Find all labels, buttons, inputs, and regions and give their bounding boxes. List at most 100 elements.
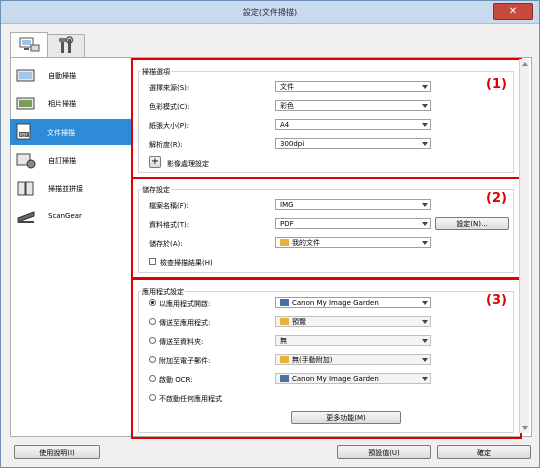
check-results-label: 檢查掃描結果(H) [160, 259, 213, 267]
expand-button[interactable]: + [149, 156, 161, 168]
settings-window: 設定(文件掃描) ✕ 自動掃描 相片掃描 PDF 文件掃描 自訂掃描 掃描並拼接… [0, 0, 540, 468]
file-name-label: 檔案名稱(F): [149, 202, 189, 210]
sidebar-label: 自訂掃描 [48, 157, 76, 165]
scanner-pc-icon [19, 37, 40, 52]
save-in-label: 儲存於(A): [149, 240, 183, 248]
resolution-select[interactable]: 300dpi [275, 138, 431, 149]
chevron-down-icon [422, 222, 428, 226]
folder-icon [280, 239, 289, 246]
sidebar-label: ScanGear [48, 212, 82, 220]
send-folder-label: 傳送至資料夾: [159, 338, 204, 346]
attach-email-value: 無(手動附加) [292, 356, 333, 364]
send-app-value: 預覽 [292, 318, 306, 326]
svg-text:PDF: PDF [20, 133, 28, 138]
tools-icon [59, 36, 74, 53]
format-settings-button[interactable]: 設定(N)... [435, 217, 509, 230]
ok-button[interactable]: 確定 [437, 445, 531, 459]
resolution-value: 300dpi [280, 140, 305, 148]
chevron-down-icon [422, 104, 428, 108]
chevron-down-icon [422, 123, 428, 127]
image-processing-label: 影像處理設定 [167, 160, 209, 168]
source-value: 文件 [280, 83, 294, 91]
send-app-label: 傳送至應用程式: [159, 319, 211, 327]
sidebar-item-scangear[interactable]: ScanGear [11, 206, 131, 228]
open-app-label: 以應用程式開啟: [159, 300, 211, 308]
color-mode-value: 彩色 [280, 102, 294, 110]
custom-scan-icon [16, 153, 36, 169]
preview-icon [280, 318, 289, 325]
help-button[interactable]: 使用說明(I) [14, 445, 100, 459]
sidebar-item-scan-stitch[interactable]: 掃描並拼接 [11, 178, 131, 200]
check-results-checkbox[interactable] [149, 258, 156, 265]
save-in-select[interactable]: 我的文件 [275, 237, 431, 248]
chevron-down-icon [422, 241, 428, 245]
document-scan-icon: PDF [16, 123, 31, 140]
sidebar-item-photo-scan[interactable]: 相片掃描 [11, 93, 131, 115]
close-button[interactable]: ✕ [493, 3, 533, 20]
defaults-button[interactable]: 預設值(U) [337, 445, 431, 459]
panel-scrollbar[interactable] [519, 59, 529, 433]
sidebar-item-document-scan[interactable]: PDF 文件掃描 [10, 119, 131, 145]
start-ocr-select[interactable]: Canon My Image Garden [275, 373, 431, 384]
scroll-down-icon[interactable] [522, 426, 528, 430]
file-name-value: IMG [280, 201, 294, 209]
email-icon [280, 356, 289, 363]
sidebar-label: 相片掃描 [48, 100, 76, 108]
tab-general-settings[interactable] [47, 34, 85, 58]
no-app-radio[interactable] [149, 394, 156, 401]
plus-icon: + [150, 156, 160, 167]
chevron-down-icon [422, 377, 428, 381]
send-folder-select[interactable]: 無 [275, 335, 431, 346]
sidebar-item-custom-scan[interactable]: 自訂掃描 [11, 150, 131, 172]
app-settings-title: 應用程式設定 [141, 287, 185, 297]
chevron-down-icon [422, 358, 428, 362]
start-ocr-label: 啟動 OCR: [159, 376, 193, 384]
attach-email-radio[interactable] [149, 356, 156, 363]
auto-scan-icon [16, 69, 35, 82]
title-bar: 設定(文件掃描) ✕ [1, 1, 539, 24]
sidebar-item-auto-scan[interactable]: 自動掃描 [11, 65, 131, 87]
app-icon [280, 375, 289, 382]
open-app-radio[interactable] [149, 299, 156, 306]
sidebar-label: 自動掃描 [48, 72, 76, 80]
open-app-select[interactable]: Canon My Image Garden [275, 297, 431, 308]
paper-size-value: A4 [280, 121, 290, 129]
resolution-label: 解析度(R): [149, 141, 183, 149]
paper-size-select[interactable]: A4 [275, 119, 431, 130]
photo-scan-icon [16, 97, 35, 110]
attach-email-label: 附加至電子郵件: [159, 357, 211, 365]
paper-size-label: 紙張大小(P): [149, 122, 190, 130]
open-app-value: Canon My Image Garden [292, 299, 379, 307]
more-functions-button[interactable]: 更多功能(M) [291, 411, 401, 424]
start-ocr-value: Canon My Image Garden [292, 375, 379, 383]
window-title: 設定(文件掃描) [242, 8, 298, 17]
color-mode-label: 色彩模式(C): [149, 103, 190, 111]
send-app-select[interactable]: 預覽 [275, 316, 431, 327]
tab-scan-settings[interactable] [10, 32, 48, 58]
data-format-select[interactable]: PDF [275, 218, 431, 229]
file-name-select[interactable]: IMG [275, 199, 431, 210]
chevron-down-icon [422, 142, 428, 146]
chevron-down-icon [422, 85, 428, 89]
sidebar-label: 掃描並拼接 [48, 185, 83, 193]
save-in-value: 我的文件 [292, 239, 320, 247]
chevron-down-icon [422, 203, 428, 207]
send-app-radio[interactable] [149, 318, 156, 325]
chevron-down-icon [422, 301, 428, 305]
scangear-icon [17, 211, 35, 223]
sidebar-label: 文件掃描 [47, 129, 75, 137]
scan-options-title: 掃描選項 [141, 67, 171, 77]
chevron-down-icon [422, 339, 428, 343]
source-select[interactable]: 文件 [275, 81, 431, 92]
data-format-value: PDF [280, 220, 294, 228]
scroll-up-icon[interactable] [522, 62, 528, 66]
start-ocr-radio[interactable] [149, 375, 156, 382]
color-mode-select[interactable]: 彩色 [275, 100, 431, 111]
send-folder-value: 無 [280, 337, 287, 345]
save-settings-title: 儲存設定 [141, 185, 171, 195]
source-label: 選擇來源(S): [149, 84, 190, 92]
data-format-label: 資料格式(T): [149, 221, 190, 229]
send-folder-radio[interactable] [149, 337, 156, 344]
app-icon [280, 299, 289, 306]
attach-email-select[interactable]: 無(手動附加) [275, 354, 431, 365]
